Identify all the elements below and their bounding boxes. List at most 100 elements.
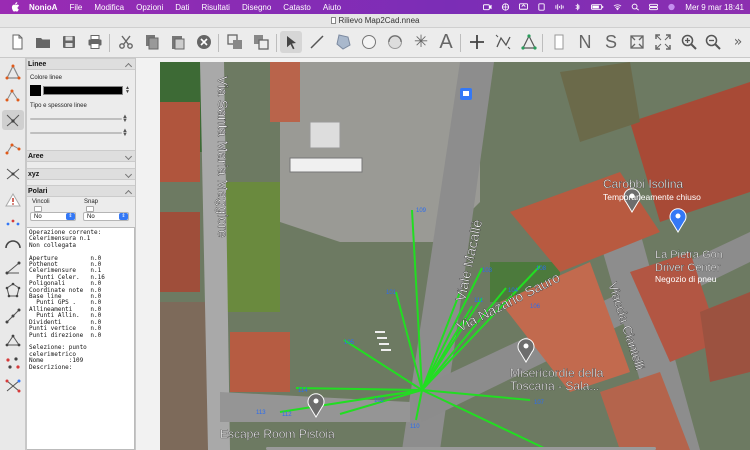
crosshair-tool-button[interactable] (466, 31, 488, 53)
section-aree[interactable]: Aree (26, 150, 135, 162)
line-width-slider[interactable]: ▲ ▼ (30, 128, 130, 138)
survey-point-label[interactable]: 102 (374, 398, 385, 404)
strip-red-cross-button[interactable] (2, 376, 24, 396)
survey-point-label[interactable]: 101 (386, 290, 397, 296)
copy-button[interactable] (141, 31, 163, 53)
bring-front-button[interactable] (224, 31, 246, 53)
screen-share-icon[interactable] (519, 3, 529, 11)
save-button[interactable] (58, 31, 80, 53)
strip-arc-button[interactable] (2, 234, 24, 254)
survey-point-label[interactable]: 112 (282, 412, 292, 418)
network-status-icon[interactable] (501, 3, 510, 11)
zoom-in-button[interactable] (678, 31, 700, 53)
drawing-canvas[interactable]: 109 108 103 111 104 101 105 114 112 113 102 107 110 1… (136, 58, 750, 450)
south-button[interactable]: S (600, 31, 622, 53)
angle-icon (5, 261, 21, 275)
strip-triangle-station-button[interactable] (2, 62, 24, 82)
polyline-tool-button[interactable] (492, 31, 514, 53)
strip-angle-button[interactable] (2, 258, 24, 278)
circle-tool-button[interactable] (358, 31, 380, 53)
open-button[interactable] (32, 31, 54, 53)
triangle-tool-button[interactable] (518, 31, 540, 53)
strip-xyz-button[interactable] (2, 164, 24, 184)
menu-opzioni[interactable]: Opzioni (136, 3, 163, 12)
survey-point-label[interactable]: 109 (416, 208, 427, 214)
vincoli-select[interactable]: No ⇕ (30, 212, 76, 221)
menu-dati[interactable]: Dati (175, 3, 189, 12)
control-center-icon[interactable] (649, 3, 659, 11)
cut-button[interactable] (115, 31, 137, 53)
print-button[interactable] (84, 31, 106, 53)
spotlight-search-icon[interactable] (631, 3, 640, 11)
select-tool-button[interactable] (280, 31, 302, 53)
point-tool-button[interactable]: ✳ (410, 31, 432, 53)
strip-division-button[interactable] (2, 306, 24, 326)
bluetooth-icon[interactable] (573, 3, 582, 11)
strip-dots-button[interactable] (2, 214, 24, 234)
menu-risultati[interactable]: Risultati (201, 3, 229, 12)
line-type-slider[interactable]: ▲ ▼ (30, 114, 130, 124)
snap-select[interactable]: No ⇕ (83, 212, 129, 221)
survey-point-label[interactable]: 105 (344, 340, 355, 346)
strip-warning-button[interactable] (2, 190, 24, 210)
clipboard-icon[interactable] (537, 3, 546, 11)
printer-icon (88, 35, 102, 49)
stepper-icon: ▲ ▼ (122, 114, 128, 124)
toolbar-separator (109, 34, 110, 52)
section-xyz[interactable]: xyz (26, 168, 135, 180)
survey-point-label[interactable]: 107 (534, 400, 545, 406)
new-file-button[interactable] (6, 31, 28, 53)
menu-modifica[interactable]: Modifica (94, 3, 124, 12)
line-tool-button[interactable] (306, 31, 328, 53)
survey-point-label[interactable]: 113 (256, 410, 266, 416)
survey-point-label[interactable]: 114 (298, 388, 308, 394)
survey-point-label[interactable]: 106 (530, 304, 541, 310)
survey-point-label[interactable]: 110 (410, 424, 420, 430)
more-tools-button[interactable]: » (728, 31, 748, 53)
menu-file[interactable]: File (69, 3, 82, 12)
survey-point-label[interactable]: 108 (536, 266, 547, 272)
survey-point-label[interactable]: 111 (474, 298, 484, 304)
battery-icon[interactable] (591, 3, 604, 11)
strip-polyline-button[interactable] (2, 138, 24, 158)
section-polari[interactable]: Polari (26, 185, 135, 198)
fit-all-button[interactable] (626, 31, 648, 53)
warning-triangle-icon (5, 193, 21, 207)
zoom-out-button[interactable] (702, 31, 724, 53)
line-color-picker[interactable]: ▲ ▼ (43, 86, 131, 95)
send-back-icon (254, 35, 269, 50)
strip-radial-survey-button[interactable] (2, 110, 24, 130)
send-back-button[interactable] (250, 31, 272, 53)
menu-app-name[interactable]: NonioA (29, 3, 57, 12)
siri-icon[interactable] (667, 3, 676, 11)
menubar-clock[interactable]: Mer 9 mar 18:41 (685, 3, 744, 12)
survey-point-label[interactable]: 103 (482, 268, 493, 274)
menu-catasto[interactable]: Catasto (283, 3, 311, 12)
apple-icon[interactable] (9, 2, 21, 12)
ellipse-tool-button[interactable] (384, 31, 406, 53)
north-button[interactable]: N (574, 31, 596, 53)
menu-disegno[interactable]: Disegno (242, 3, 271, 12)
place-escape-room: Escape Room Pistoia (220, 427, 335, 441)
satellite-map[interactable]: 109 108 103 111 104 101 105 114 112 113 102 107 110 1… (160, 62, 750, 450)
paste-button[interactable] (167, 31, 189, 53)
strip-traverse-button[interactable] (2, 85, 24, 105)
text-tool-button[interactable]: A (435, 31, 457, 53)
line-color-swatch[interactable] (30, 85, 41, 96)
strip-area-polygon-button[interactable] (2, 280, 24, 300)
strip-network-button[interactable] (2, 330, 24, 350)
toolbar-separator (542, 34, 543, 52)
audio-icon[interactable] (555, 3, 564, 11)
bus-stop-icon (460, 88, 472, 100)
camera-status-icon[interactable] (483, 3, 492, 11)
delete-button[interactable] (193, 31, 215, 53)
polygon-tool-button[interactable] (332, 31, 354, 53)
output-console[interactable]: Operazione corrente: Celerimensura n.1 Non… (26, 227, 135, 450)
section-linee[interactable]: Linee (26, 58, 135, 71)
blank-tool-button[interactable] (548, 31, 570, 53)
wifi-icon[interactable] (613, 3, 622, 11)
slider-track (30, 132, 122, 134)
strip-red-points-button[interactable] (2, 353, 24, 373)
menu-aiuto[interactable]: Aiuto (323, 3, 341, 12)
fit-selection-button[interactable] (652, 31, 674, 53)
